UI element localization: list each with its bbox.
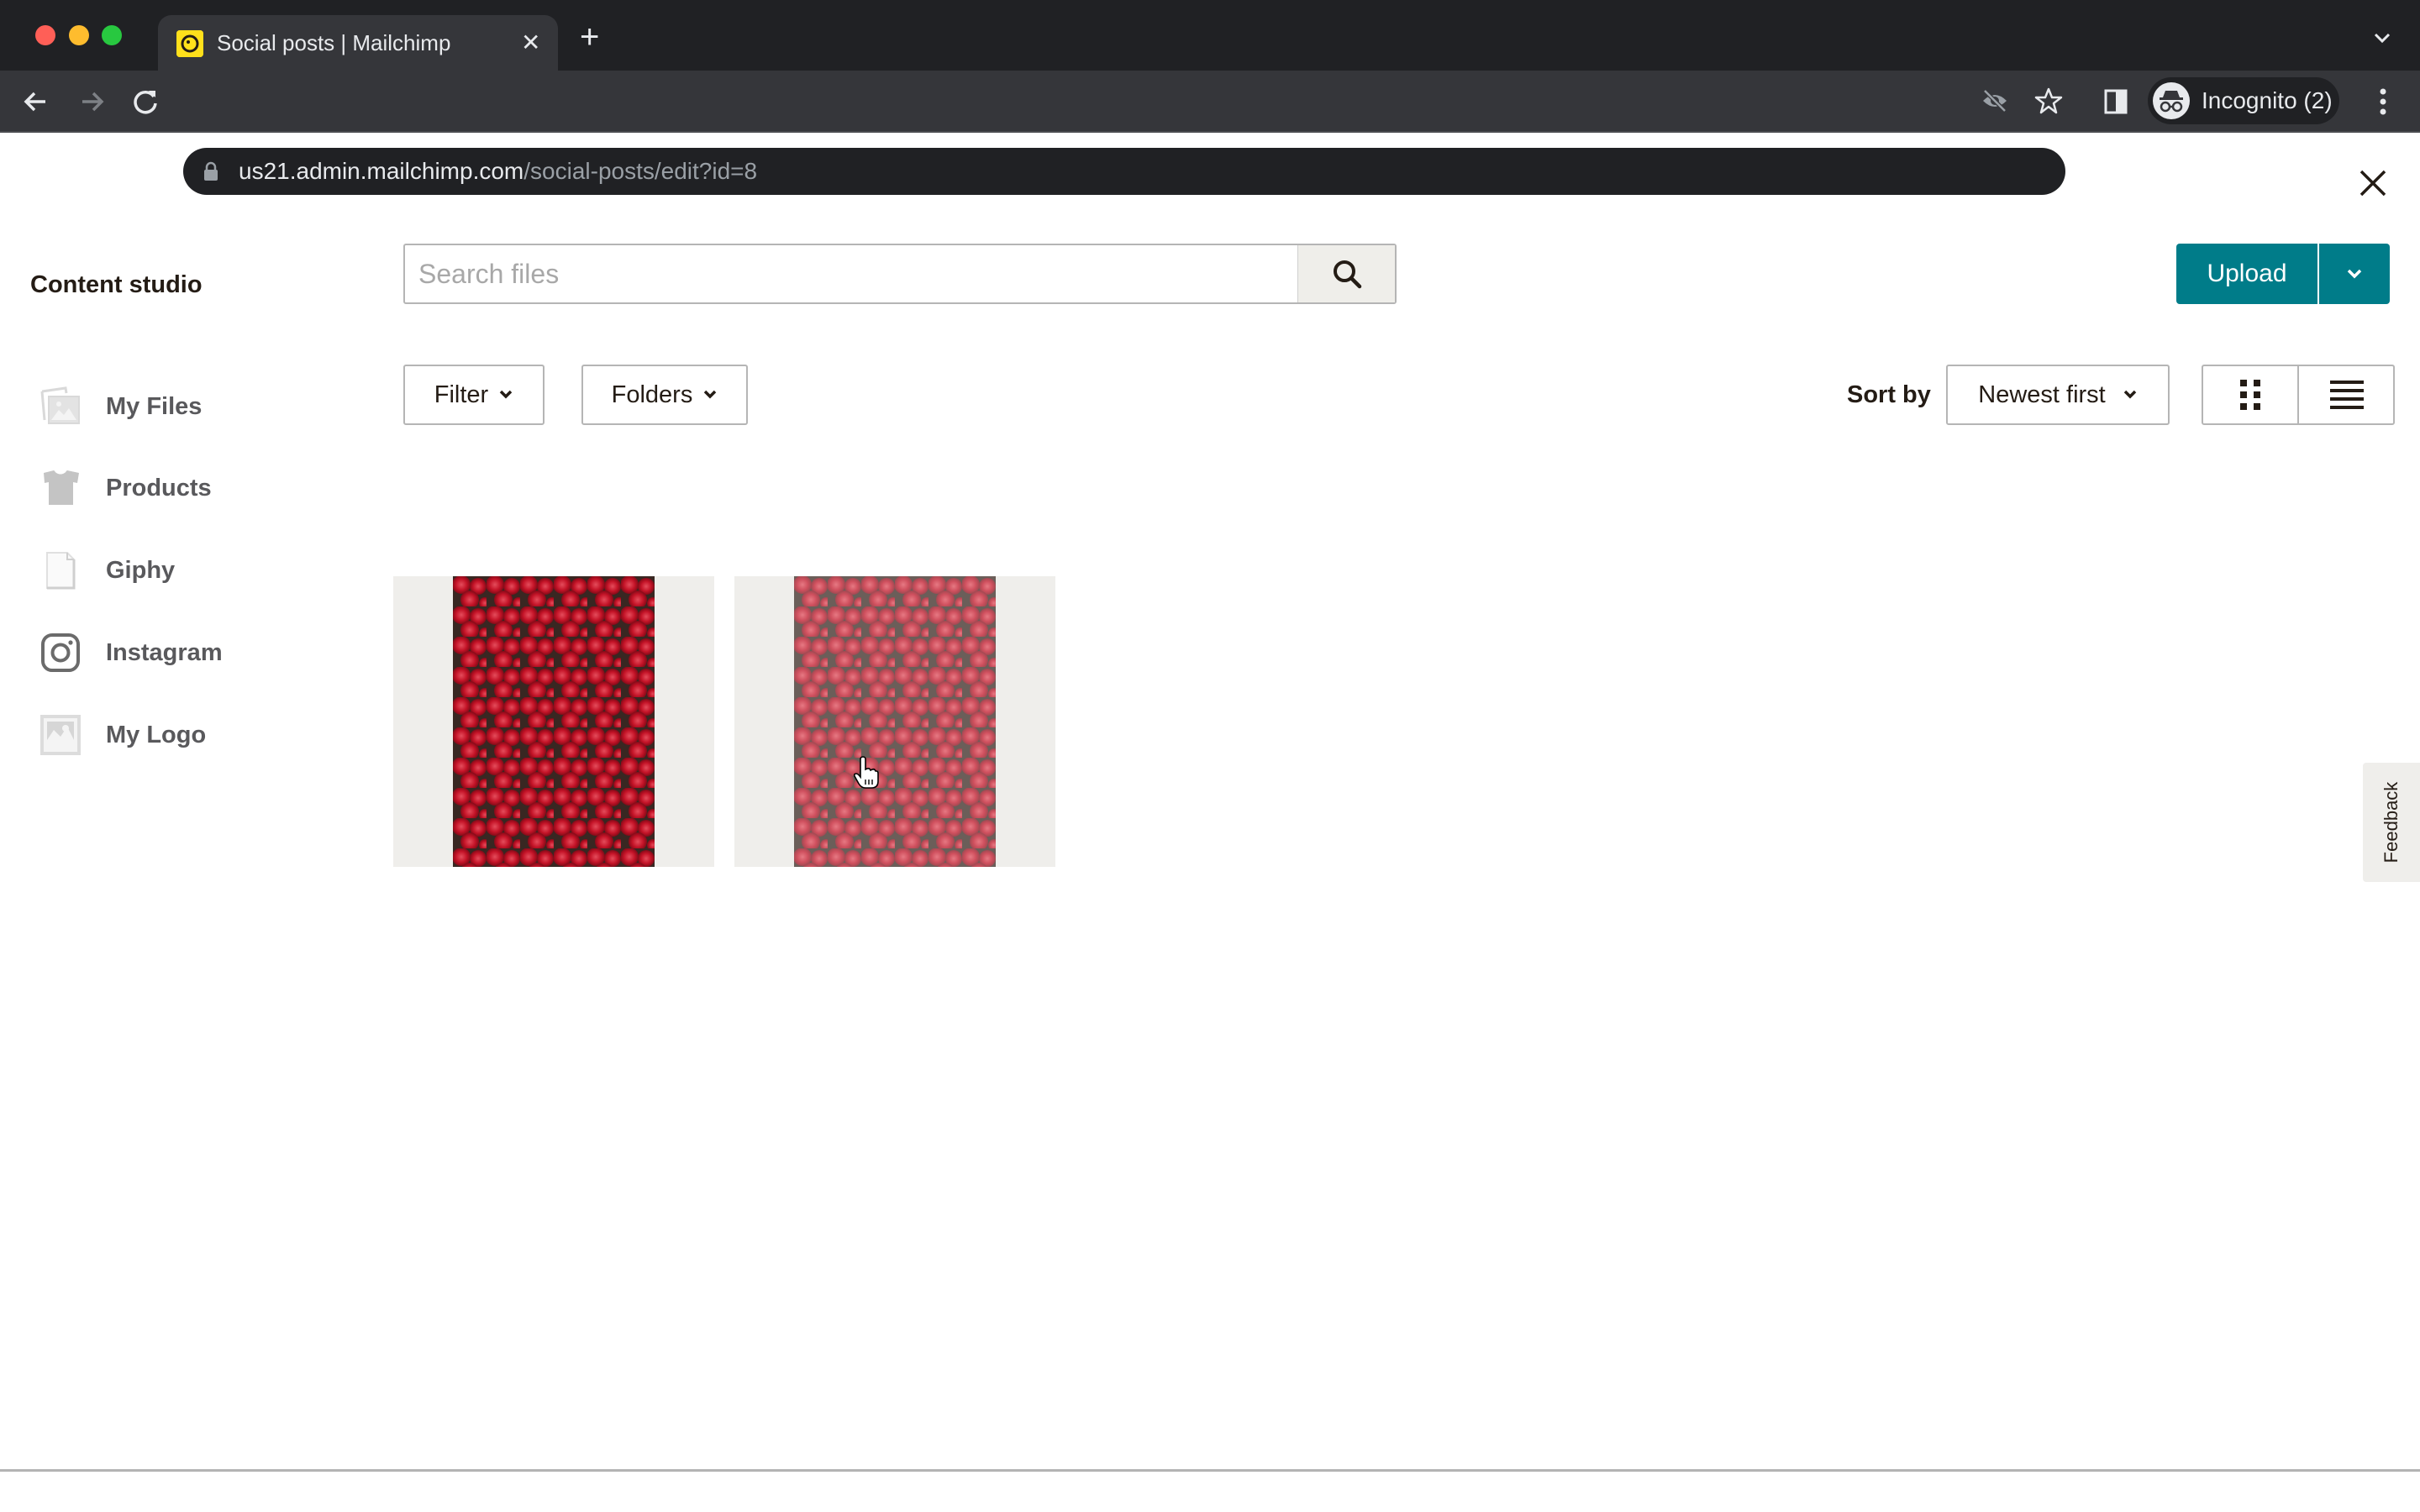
browser-tab-active[interactable]: Social posts | Mailchimp ✕	[158, 15, 558, 71]
forward-arrow-icon[interactable]	[74, 84, 109, 119]
side-panel-icon[interactable]	[2104, 89, 2128, 114]
upload-button[interactable]: Upload	[2176, 244, 2317, 304]
incognito-label: Incognito (2)	[2202, 87, 2333, 113]
url-text: us21.admin.mailchimp.com/social-posts/ed…	[239, 156, 757, 186]
bookmark-star-icon[interactable]	[2033, 86, 2064, 116]
tab-title: Social posts | Mailchimp	[217, 30, 451, 55]
sidebar-item-my-logo[interactable]: My Logo	[37, 710, 306, 760]
filter-dropdown[interactable]: Filter	[403, 365, 544, 425]
hand-pointer-cursor-icon	[853, 756, 879, 790]
image-icon	[40, 715, 81, 755]
browser-tab-strip: Social posts | Mailchimp ✕ +	[0, 0, 2420, 71]
chevron-down-icon	[704, 390, 717, 399]
images-icon	[40, 386, 80, 424]
eye-off-icon[interactable]	[1980, 86, 2010, 116]
sidebar-item-label: Giphy	[106, 557, 176, 584]
close-modal-button[interactable]	[2356, 166, 2390, 200]
url-path: /social-posts/edit?id=8	[523, 158, 758, 184]
flower-image-thumbnail	[794, 576, 996, 867]
feedback-tab[interactable]: Feedback	[2363, 763, 2420, 882]
back-arrow-icon[interactable]	[18, 84, 54, 119]
sidebar-item-label: My Logo	[106, 722, 207, 748]
lock-icon[interactable]	[203, 161, 218, 181]
filter-label: Filter	[434, 381, 489, 408]
file-card-hovered[interactable]	[734, 576, 1055, 867]
file-icon	[46, 552, 76, 590]
list-icon	[2330, 381, 2364, 409]
new-tab-plus-icon[interactable]: +	[580, 20, 599, 54]
search-icon	[1333, 260, 1361, 289]
instagram-icon	[41, 633, 80, 672]
sidebar-item-label: My Files	[106, 393, 203, 420]
mailchimp-favicon-icon	[176, 30, 203, 57]
sidebar-item-label: Products	[106, 475, 212, 501]
grid-icon	[2240, 380, 2260, 410]
folders-label: Folders	[611, 381, 693, 408]
feedback-label: Feedback	[2381, 781, 2402, 864]
window-close-button[interactable]	[35, 25, 55, 45]
incognito-profile-button[interactable]: Incognito (2)	[2148, 77, 2339, 124]
address-bar[interactable]: us21.admin.mailchimp.com/social-posts/ed…	[183, 148, 2065, 195]
chevron-down-icon	[2347, 269, 2362, 279]
sort-select[interactable]: Newest first	[1946, 365, 2170, 425]
tab-search-chevron-icon[interactable]	[2370, 25, 2395, 50]
search-files-input[interactable]	[405, 245, 1297, 302]
sidebar-item-my-files[interactable]: My Files	[37, 381, 306, 432]
grid-view-button[interactable]	[2203, 366, 2299, 423]
chevron-down-icon	[499, 390, 513, 399]
sidebar-item-products[interactable]: Products	[37, 463, 306, 513]
file-card[interactable]	[393, 576, 714, 867]
flower-image-thumbnail	[453, 576, 655, 867]
list-view-button[interactable]	[2301, 366, 2393, 423]
view-mode-toggle	[2202, 365, 2395, 425]
search-button[interactable]	[1297, 245, 1395, 302]
search-files-field	[403, 244, 1397, 304]
chevron-down-icon	[2123, 390, 2136, 399]
tab-close-icon[interactable]: ✕	[521, 29, 540, 57]
url-host: us21.admin.mailchimp.com	[239, 158, 524, 184]
sidebar-item-giphy[interactable]: Giphy	[37, 545, 306, 596]
close-icon	[2360, 170, 2386, 197]
tshirt-icon	[44, 470, 79, 505]
incognito-icon	[2153, 82, 2190, 119]
window-maximize-button[interactable]	[102, 25, 122, 45]
upload-button-group: Upload	[2176, 244, 2390, 304]
sidebar-item-label: Instagram	[106, 639, 223, 666]
browser-toolbar: us21.admin.mailchimp.com/social-posts/ed…	[0, 71, 2420, 195]
sidebar-item-instagram[interactable]: Instagram	[37, 627, 306, 678]
reload-icon[interactable]	[128, 84, 163, 119]
content-studio-title: Content studio	[30, 271, 203, 298]
page-bottom-divider	[0, 1469, 2420, 1472]
sort-value: Newest first	[1978, 381, 2106, 408]
window-minimize-button[interactable]	[69, 25, 89, 45]
sort-by-label: Sort by	[1847, 381, 1931, 408]
browser-menu-kebab-icon[interactable]	[2375, 84, 2391, 119]
upload-options-dropdown[interactable]	[2319, 244, 2390, 304]
folders-dropdown[interactable]: Folders	[581, 365, 748, 425]
